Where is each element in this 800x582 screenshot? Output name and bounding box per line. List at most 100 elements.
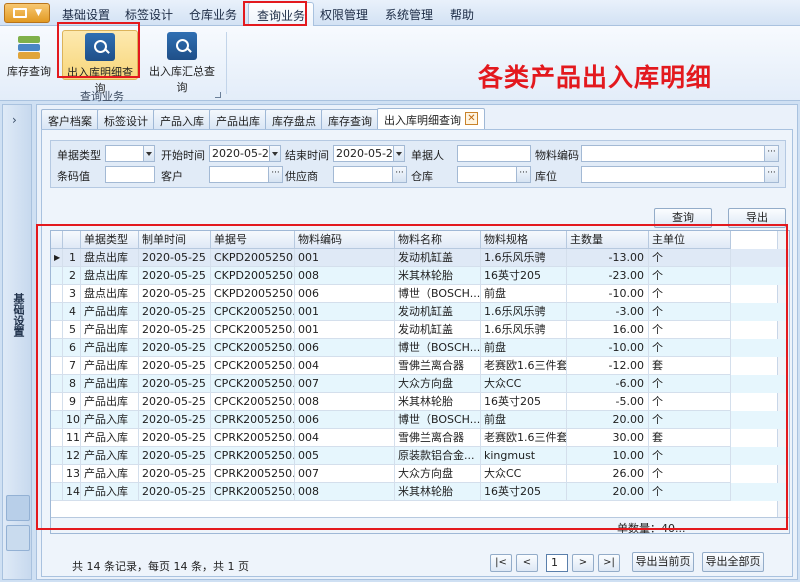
export-all-pages-button[interactable]: 导出全部页 [702,552,764,572]
row-indicator [51,339,63,357]
last-page-button[interactable]: >| [598,554,620,572]
table-row[interactable]: 12产品入库2020-05-25 0...CPRK2005250...005原装… [51,447,789,465]
customer-input[interactable]: ··· [209,166,283,183]
column-header[interactable]: 单据号 [211,231,295,249]
prev-page-button[interactable]: < [516,554,538,572]
end-time-picker[interactable]: 2020-05-25 [333,145,405,162]
menu-item-system[interactable]: 系统管理 [385,6,433,23]
table-row[interactable]: 9产品出库2020-05-25 0...CPCK2005250...008米其林… [51,393,789,411]
column-header[interactable]: 物料规格 [481,231,567,249]
sidebar-panel-button[interactable] [6,495,30,521]
table-cell: 产品入库 [81,447,139,465]
barcode-input[interactable] [105,166,155,183]
table-cell: 博世（BOSCH... [395,285,481,303]
table-cell: 大众CC [481,375,567,393]
inventory-query-button[interactable]: 库存查询 [6,30,52,80]
table-cell: 007 [295,465,395,483]
table-row[interactable]: 5产品出库2020-05-25 1...CPCK2005250...001发动机… [51,321,789,339]
row-number: 12 [63,447,81,465]
table-row[interactable]: 7产品出库2020-05-25 0...CPCK2005250...004雪佛兰… [51,357,789,375]
ellipsis-icon[interactable]: ··· [764,167,778,182]
column-header[interactable]: 单据类型 [81,231,139,249]
table-row[interactable]: 14产品入库2020-05-25 0...CPRK2005250...008米其… [51,483,789,501]
menu-item-label-design[interactable]: 标签设计 [125,6,173,23]
table-row[interactable]: 8产品出库2020-05-25 0...CPCK2005250...007大众方… [51,375,789,393]
chevron-right-icon[interactable]: › [12,113,17,127]
chevron-down-icon[interactable] [143,146,154,161]
export-button[interactable]: 导出 [728,208,786,228]
table-row[interactable]: 11产品入库2020-05-25 0...CPRK2005250...004雪佛… [51,429,789,447]
row-indicator [51,303,63,321]
table-cell: 1.6乐风乐骋 [481,303,567,321]
table-cell: 个 [649,267,731,285]
column-header[interactable]: 物料名称 [395,231,481,249]
table-row[interactable]: 10产品入库2020-05-25 0...CPRK2005250...006博世… [51,411,789,429]
doc-type-select[interactable] [105,145,155,162]
ellipsis-icon[interactable]: ··· [392,167,406,182]
table-cell: 008 [295,393,395,411]
table-cell: 产品出库 [81,321,139,339]
table-cell: 前盘 [481,285,567,303]
location-input[interactable]: ··· [581,166,779,183]
maker-input[interactable] [457,145,531,162]
table-cell: 套 [649,357,731,375]
table-cell: 个 [649,375,731,393]
supplier-input[interactable]: ··· [333,166,407,183]
menu-item-basic-settings[interactable]: 基础设置 [62,6,110,23]
table-cell: 老赛欧1.6三件套 [481,357,567,375]
table-cell: 个 [649,411,731,429]
table-cell: 盘点出库 [81,267,139,285]
table-row[interactable]: 6产品出库2020-05-25 0...CPCK2005250...006博世（… [51,339,789,357]
table-row[interactable]: 4产品出库2020-05-25 1...CPCK2005250...001发动机… [51,303,789,321]
menu-item-permissions[interactable]: 权限管理 [320,6,368,23]
tab-product-outbound[interactable]: 产品出库 [209,109,267,129]
table-cell: 米其林轮胎 [395,483,481,501]
table-cell: -23.00 [567,267,649,285]
material-code-input[interactable]: ··· [581,145,779,162]
inout-summary-query-button[interactable]: 出入库汇总查询 [144,30,220,94]
sidebar-label[interactable]: 基础设置 [10,293,26,337]
table-cell: 个 [649,285,731,303]
ellipsis-icon[interactable]: ··· [516,167,530,182]
chevron-down-icon[interactable] [393,146,404,161]
table-cell: 个 [649,321,731,339]
table-cell: 008 [295,483,395,501]
tab-product-inbound[interactable]: 产品入库 [153,109,211,129]
table-cell: 008 [295,267,395,285]
next-page-button[interactable]: > [572,554,594,572]
menu-item-help[interactable]: 帮助 [450,6,474,23]
table-row[interactable]: 2盘点出库2020-05-25 1...CKPD2005250...008米其林… [51,267,789,285]
application-menu-button[interactable]: ▼ [4,3,50,23]
table-row[interactable]: ▶1盘点出库2020-05-25 1...CKPD2005250...001发动… [51,249,789,267]
column-header[interactable]: 制单时间 [139,231,211,249]
group-launcher-icon[interactable] [215,92,221,98]
menu-item-query[interactable]: 查询业务 [248,2,315,26]
ribbon-group-label: 查询业务 [80,90,124,103]
menu-item-warehouse[interactable]: 仓库业务 [189,6,237,23]
export-current-page-button[interactable]: 导出当前页 [632,552,694,572]
tab-inout-detail-query[interactable]: 出入库明细查询 ✕ [377,108,485,130]
main-panel: 客户档案 标签设计 产品入库 产品出库 库存盘点 库存查询 出入库明细查询 ✕ 单… [36,104,798,580]
table-cell: 2020-05-25 1... [139,249,211,267]
warehouse-input[interactable]: ··· [457,166,531,183]
column-header[interactable]: 物料编码 [295,231,395,249]
tab-inventory-query[interactable]: 库存查询 [321,109,379,129]
tab-customer-files[interactable]: 客户档案 [41,109,99,129]
inout-detail-query-button[interactable]: 出入库明细查询 [62,30,138,95]
page-number-input[interactable]: 1 [546,554,568,572]
table-cell: 005 [295,447,395,465]
column-header[interactable]: 主单位 [649,231,731,249]
sidebar-panel-button-secondary[interactable] [6,525,30,551]
table-row[interactable]: 3盘点出库2020-05-25 1...CKPD2005250...006博世（… [51,285,789,303]
ellipsis-icon[interactable]: ··· [268,167,282,182]
tab-stocktake[interactable]: 库存盘点 [265,109,323,129]
table-row[interactable]: 13产品入库2020-05-25 0...CPRK2005250...007大众… [51,465,789,483]
start-time-picker[interactable]: 2020-05-25 [209,145,281,162]
column-header[interactable]: 主数量 [567,231,649,249]
ellipsis-icon[interactable]: ··· [764,146,778,161]
tab-label-design[interactable]: 标签设计 [97,109,155,129]
query-button[interactable]: 查询 [654,208,712,228]
first-page-button[interactable]: |< [490,554,512,572]
chevron-down-icon[interactable] [269,146,280,161]
close-icon[interactable]: ✕ [465,112,478,125]
